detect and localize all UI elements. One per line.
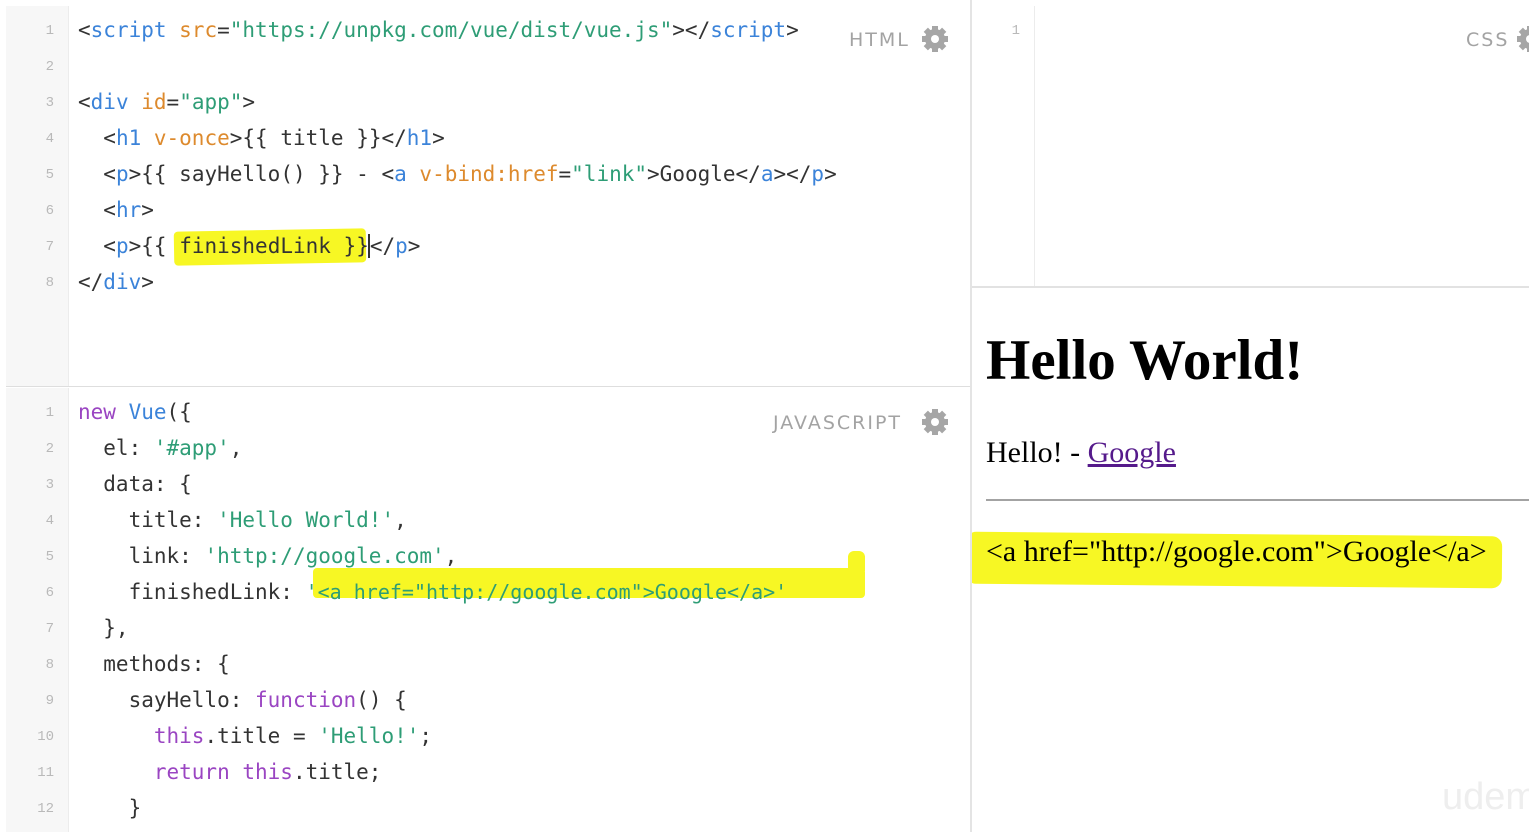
js-code-line-11: return this.title; <box>78 760 382 784</box>
html-code-line-1: <script src="https://unpkg.com/vue/dist/… <box>78 18 799 42</box>
output-paragraph: Hello! - Google <box>986 433 1176 473</box>
line-number: 2 <box>45 59 54 75</box>
html-code-line-4: <h1 v-once>{{ title }}</h1> <box>78 126 445 150</box>
line-number: 3 <box>45 477 54 493</box>
highlight-finishedlink-value-tail <box>848 551 865 571</box>
line-number: 11 <box>37 765 54 781</box>
css-editor-pane[interactable]: 1 CSS <box>972 6 1529 288</box>
css-pane-label: CSS <box>1466 29 1510 51</box>
html-code-line-8: </div> <box>78 270 154 294</box>
line-number: 6 <box>45 585 54 601</box>
line-number: 1 <box>45 23 54 39</box>
javascript-editor-pane[interactable]: 1 2 3 4 5 6 7 8 9 10 11 12 new Vue({ el:… <box>6 388 970 832</box>
js-code-line-10: this.title = 'Hello!'; <box>78 724 433 748</box>
js-code-line-1: new Vue({ <box>78 400 192 424</box>
gear-icon[interactable] <box>1517 26 1529 52</box>
watermark-logo: udem <box>1442 776 1529 818</box>
line-number: 3 <box>45 95 54 111</box>
js-code-line-2: el: '#app', <box>78 436 243 460</box>
line-number: 12 <box>37 801 54 817</box>
line-number: 1 <box>1011 23 1020 39</box>
html-code-line-3: <div id="app"> <box>78 90 256 114</box>
output-raw-html: <a href="http://google.com">Google</a> <box>986 535 1487 568</box>
javascript-pane-label: JAVASCRIPT <box>773 412 903 434</box>
line-number: 9 <box>45 693 54 709</box>
output-paragraph-text: Hello! - <box>986 436 1088 469</box>
js-code-line-3: data: { <box>78 472 192 496</box>
html-code-line-6: <hr> <box>78 198 154 222</box>
js-code-line-6: finishedLink: '<a href="http://google.co… <box>78 580 788 604</box>
js-code-line-9: sayHello: function() { <box>78 688 407 712</box>
line-number: 5 <box>45 549 54 565</box>
line-number: 8 <box>45 657 54 673</box>
html-code-line-7: <p>{{ finishedLink }}</p> <box>78 234 421 258</box>
output-hr <box>986 499 1529 501</box>
html-line-gutter: 1 2 3 4 5 6 7 8 <box>6 6 69 386</box>
html-pane-label: HTML <box>849 29 910 51</box>
js-code-line-7: }, <box>78 616 129 640</box>
line-number: 6 <box>45 203 54 219</box>
gear-icon[interactable] <box>922 26 948 52</box>
line-number: 2 <box>45 441 54 457</box>
line-number: 8 <box>45 275 54 291</box>
html-editor-pane[interactable]: 1 2 3 4 5 6 7 8 <script src="https://unp… <box>6 6 970 387</box>
line-number: 5 <box>45 167 54 183</box>
js-code-line-12: } <box>78 796 142 820</box>
js-code-line-5: link: 'http://google.com', <box>78 544 458 568</box>
line-number: 7 <box>45 239 54 255</box>
js-code-line-4: title: 'Hello World!', <box>78 508 407 532</box>
line-number: 1 <box>45 405 54 421</box>
line-number: 10 <box>37 729 54 745</box>
css-line-gutter: 1 <box>972 6 1035 286</box>
gear-icon[interactable] <box>922 409 948 435</box>
javascript-line-gutter: 1 2 3 4 5 6 7 8 9 10 11 12 <box>6 388 69 832</box>
html-code-line-5: <p>{{ sayHello() }} - <a v-bind:href="li… <box>78 162 837 186</box>
line-number: 7 <box>45 621 54 637</box>
result-preview-pane: Hello World! Hello! - Google <a href="ht… <box>972 288 1529 832</box>
google-link[interactable]: Google <box>1088 436 1176 469</box>
output-heading: Hello World! <box>986 329 1304 392</box>
line-number: 4 <box>45 513 54 529</box>
line-number: 4 <box>45 131 54 147</box>
js-code-line-8: methods: { <box>78 652 230 676</box>
